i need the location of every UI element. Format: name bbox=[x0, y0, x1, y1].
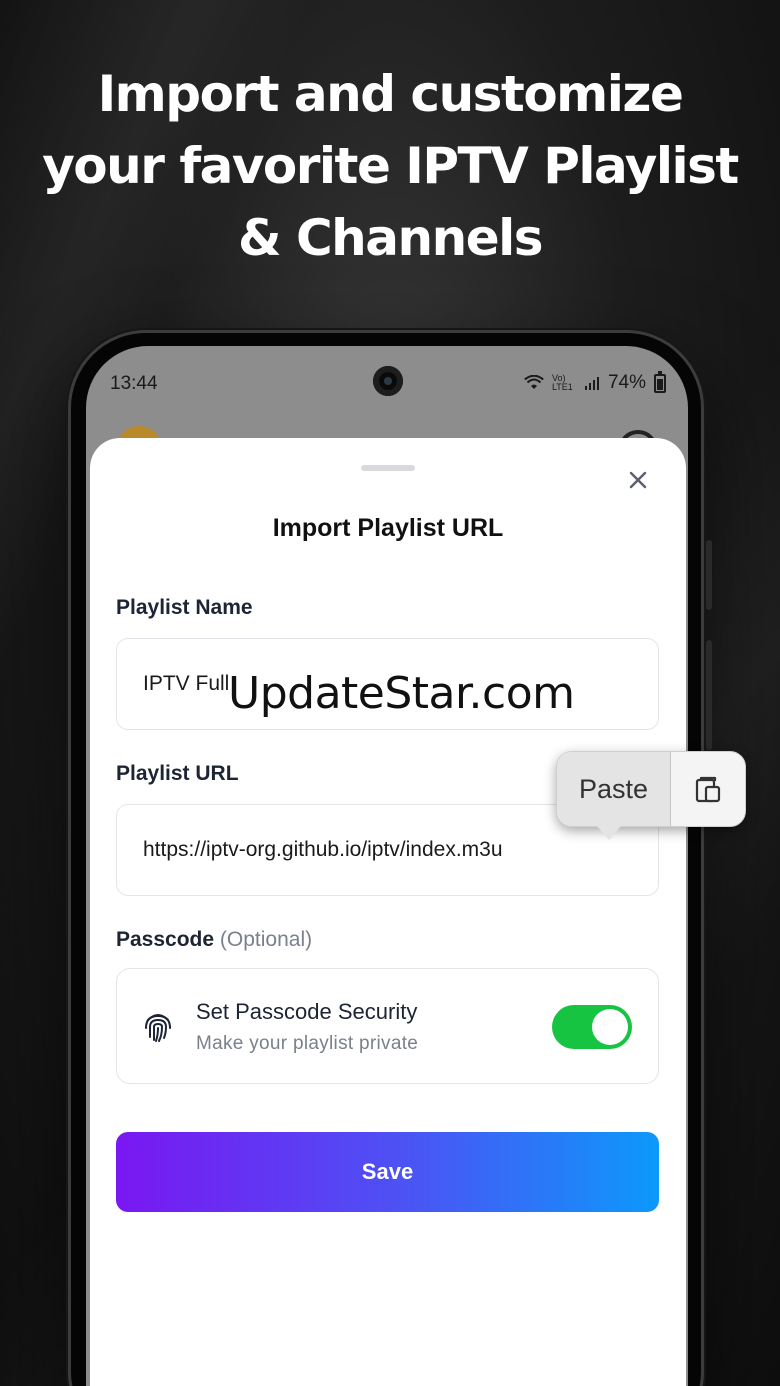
headline-line-3: & Channels bbox=[237, 209, 544, 267]
status-bar: 13:44 Vo) LTE1 74% bbox=[86, 346, 688, 420]
battery-percent: 74% bbox=[607, 372, 646, 393]
clipboard-button[interactable] bbox=[671, 752, 745, 826]
passcode-subtitle: Make your playlist private bbox=[196, 1033, 419, 1054]
passcode-toggle[interactable] bbox=[552, 1005, 632, 1049]
close-button[interactable] bbox=[620, 462, 656, 498]
playlist-name-label: Playlist Name bbox=[116, 596, 253, 619]
front-camera bbox=[373, 366, 403, 396]
watermark-text: UpdateStar.com bbox=[228, 668, 575, 719]
wifi-icon bbox=[524, 375, 544, 389]
passcode-title: Set Passcode Security bbox=[196, 999, 418, 1024]
clipboard-icon bbox=[695, 776, 721, 803]
battery-icon bbox=[654, 370, 666, 393]
toggle-knob bbox=[592, 1009, 628, 1045]
headline-line-1: Import and customize bbox=[97, 65, 684, 123]
passcode-label: Passcode (Optional) bbox=[116, 928, 312, 952]
passcode-optional-text: (Optional) bbox=[219, 928, 313, 951]
playlist-url-value: https://iptv-org.github.io/iptv/index.m3… bbox=[143, 838, 503, 861]
playlist-name-value: IPTV Full bbox=[143, 672, 230, 695]
headline-line-2: your favorite IPTV Playlist bbox=[42, 137, 739, 195]
paste-popup: Paste bbox=[556, 751, 746, 840]
fingerprint-icon bbox=[145, 1014, 171, 1042]
phone-volume-button bbox=[706, 640, 712, 750]
save-button[interactable]: Save bbox=[116, 1132, 659, 1212]
passcode-label-text: Passcode bbox=[116, 928, 215, 951]
close-icon bbox=[629, 471, 647, 489]
popup-tail bbox=[597, 826, 621, 840]
promo-headline: Import and customize your favorite IPTV … bbox=[0, 58, 780, 274]
status-indicators: Vo) LTE1 74% bbox=[524, 370, 666, 394]
playlist-url-label: Playlist URL bbox=[116, 762, 239, 785]
sheet-title: Import Playlist URL bbox=[272, 514, 504, 542]
passcode-security-card: Set Passcode Security Make your playlist… bbox=[116, 968, 659, 1084]
paste-button[interactable]: Paste bbox=[557, 752, 671, 826]
import-playlist-sheet: Import Playlist URL Playlist Name IPTV F… bbox=[90, 438, 686, 1386]
status-time: 13:44 bbox=[110, 373, 158, 394]
phone-side-button bbox=[706, 540, 712, 610]
signal-icon bbox=[584, 377, 599, 390]
drag-handle[interactable] bbox=[361, 465, 415, 471]
network-label: Vo) LTE1 bbox=[551, 373, 573, 392]
